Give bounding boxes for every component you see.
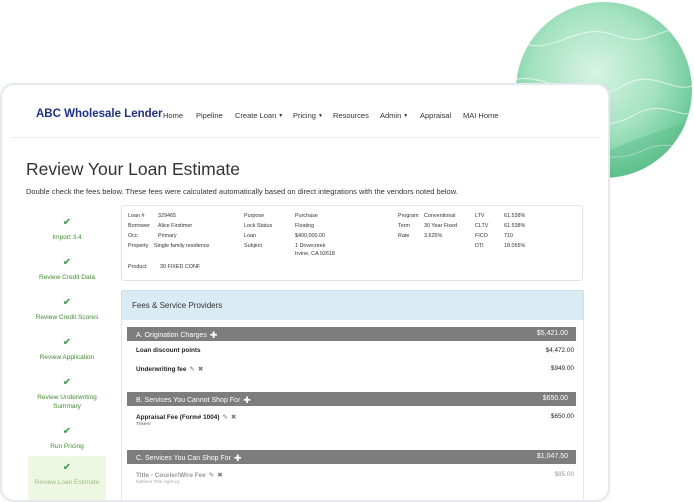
- cltv-value: 61.538%: [504, 223, 526, 229]
- close-icon[interactable]: ✖: [217, 472, 222, 479]
- rate-value: 3.625%: [424, 233, 443, 239]
- product-value: 30 FIXED CONF: [160, 264, 201, 270]
- section-c-total: $1,047.50: [536, 453, 568, 460]
- step-import[interactable]: ✔ Import 3.4: [28, 217, 106, 242]
- cltv-label: CLTV: [475, 223, 489, 229]
- step-review-application[interactable]: ✔ Review Application: [28, 337, 106, 362]
- nav-appraisal[interactable]: Appraisal: [420, 111, 451, 120]
- dti-value: 18.055%: [504, 243, 526, 249]
- term-value: 30 Year Fixed: [424, 223, 457, 229]
- program-value: Conventional: [424, 213, 456, 219]
- program-label: Program: [398, 213, 419, 219]
- section-b-header[interactable]: B. Services You Cannot Shop For ✚ $650.00: [127, 392, 576, 406]
- loan-number-label: Loan #: [128, 213, 145, 219]
- plus-icon[interactable]: ✚: [243, 395, 251, 405]
- step-review-credit-scores[interactable]: ✔ Review Credit Scores: [28, 297, 106, 322]
- section-c-header[interactable]: C. Services You Can Shop For ✚ $1,047.50: [127, 450, 576, 464]
- fee-amount: $4,472.00: [545, 347, 574, 354]
- device-frame: ABC Wholesale Lender Home Pipeline Creat…: [0, 83, 610, 502]
- subject-address-line1: 1 Dovecreek: [295, 243, 326, 249]
- borrower-label: Borrower: [128, 223, 150, 229]
- close-icon[interactable]: ✖: [231, 414, 236, 421]
- step-review-underwriting-summary[interactable]: ✔ Review Underwriting Summary: [28, 377, 106, 411]
- property-value: Single family residence: [154, 243, 210, 249]
- term-label: Term: [398, 223, 410, 229]
- pencil-icon[interactable]: ✎: [189, 366, 194, 373]
- section-c-title: C. Services You Can Shop For: [136, 455, 231, 462]
- page-title: Review Your Loan Estimate: [26, 159, 241, 179]
- fee-amount: $949.00: [550, 365, 574, 372]
- chevron-down-icon: ▼: [278, 113, 284, 119]
- checkmark-icon: ✔: [62, 462, 72, 473]
- checkmark-icon: ✔: [62, 257, 72, 268]
- borrower-value: Alice Firstimer: [158, 223, 193, 229]
- ltv-label: LTV: [475, 213, 485, 219]
- nav-mai-home[interactable]: MAI Home: [463, 111, 498, 120]
- pencil-icon[interactable]: ✎: [222, 414, 227, 421]
- fees-panel-header: Fees & Service Providers: [121, 290, 584, 322]
- close-icon[interactable]: ✖: [198, 366, 203, 373]
- lock-status-label: Lock Status: [244, 223, 273, 229]
- section-a-total: $5,421.00: [536, 330, 568, 337]
- fee-name: Underwriting fee: [136, 366, 187, 373]
- occupancy-value: Primary: [158, 233, 177, 239]
- subject-address-line2: Irvine, CA 92618: [295, 251, 335, 257]
- fee-name: Appraisal Fee (Form# 1004): [136, 414, 220, 421]
- fee-provider: Nations Title Agency: [136, 480, 180, 485]
- top-navbar: ABC Wholesale Lender Home Pipeline Creat…: [10, 93, 600, 138]
- occupancy-label: Occ: [128, 233, 138, 239]
- step-run-pricing[interactable]: ✔ Run Pricing: [28, 426, 106, 451]
- fee-provider: Triserv: [136, 422, 151, 427]
- subject-label: Subject: [244, 243, 262, 249]
- chevron-down-icon: ▼: [317, 113, 323, 119]
- nav-admin[interactable]: Admin ▼: [380, 111, 408, 120]
- fico-label: FICO: [475, 233, 488, 239]
- section-b-total: $650.00: [542, 395, 568, 402]
- property-label: Property: [128, 243, 149, 249]
- plus-icon[interactable]: ✚: [234, 453, 242, 463]
- ltv-value: 61.538%: [504, 213, 526, 219]
- purpose-value: Purchase: [295, 213, 318, 219]
- checkmark-icon: ✔: [62, 377, 72, 388]
- loan-amount-value: $400,000.00: [295, 233, 325, 239]
- fee-amount: $85.00: [554, 471, 574, 478]
- section-a-title: A. Origination Charges: [136, 332, 207, 339]
- checkmark-icon: ✔: [62, 337, 72, 348]
- rate-label: Rate: [398, 233, 410, 239]
- fee-name: Title - Courier/Wire Fee: [136, 472, 206, 479]
- section-b-title: B. Services You Cannot Shop For: [136, 397, 241, 404]
- purpose-label: Purpose: [244, 213, 265, 219]
- fees-panel-title: Fees & Service Providers: [132, 301, 223, 310]
- nav-resources[interactable]: Resources: [333, 111, 369, 120]
- nav-pipeline[interactable]: Pipeline: [196, 111, 223, 120]
- nav-create-loan[interactable]: Create Loan ▼: [235, 111, 283, 120]
- checkmark-icon: ✔: [62, 426, 72, 437]
- lock-status-value: Floating: [295, 223, 315, 229]
- loan-number-value: 329465: [158, 213, 176, 219]
- product-label: Product: [128, 264, 147, 270]
- fee-amount: $650.00: [550, 413, 574, 420]
- fee-name: Loan discount points: [136, 347, 201, 354]
- dti-label: DTI: [475, 243, 484, 249]
- brand-logo[interactable]: ABC Wholesale Lender: [36, 108, 163, 120]
- section-a-header[interactable]: A. Origination Charges ✚ $5,421.00: [127, 327, 576, 341]
- checkmark-icon: ✔: [62, 297, 72, 308]
- nav-home[interactable]: Home: [163, 111, 183, 120]
- fico-value: 710: [504, 233, 513, 239]
- loan-amount-label: Loan: [244, 233, 256, 239]
- page-subtitle: Double check the fees below. These fees …: [26, 187, 458, 196]
- plus-icon[interactable]: ✚: [210, 330, 218, 340]
- chevron-down-icon: ▼: [403, 113, 409, 119]
- step-review-credit-data[interactable]: ✔ Review Credit Data: [28, 257, 106, 282]
- nav-pricing[interactable]: Pricing ▼: [293, 111, 323, 120]
- pencil-icon[interactable]: ✎: [209, 472, 214, 479]
- checkmark-icon: ✔: [62, 217, 72, 228]
- app-screen: ABC Wholesale Lender Home Pipeline Creat…: [10, 93, 600, 500]
- step-review-loan-estimate[interactable]: ✔ Review Loan Estimate: [28, 456, 106, 500]
